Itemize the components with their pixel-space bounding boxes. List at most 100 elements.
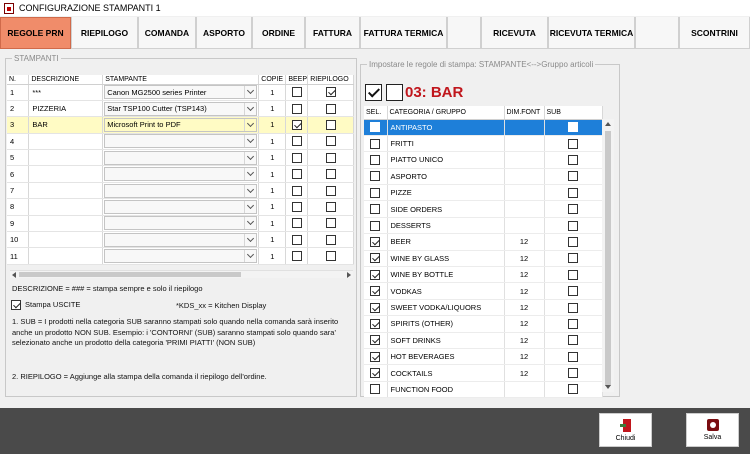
category-row[interactable]: PIZZE [364,184,603,202]
tab-8[interactable]: RICEVUTA [481,17,548,49]
sel-checkbox[interactable] [370,138,381,149]
category-row[interactable]: VODKAS 12 [364,282,603,300]
sel-checkbox[interactable] [370,204,381,215]
chevron-down-icon[interactable] [244,233,256,246]
chevron-down-icon[interactable] [244,200,256,213]
printer-row[interactable]: 11 1 [7,247,354,265]
scroll-left-icon[interactable] [12,272,16,278]
beep-checkbox[interactable] [291,152,302,163]
printer-copie[interactable]: 1 [258,116,287,134]
dim-font[interactable] [504,200,545,218]
sub-checkbox[interactable] [568,269,578,280]
dim-font[interactable]: 12 [504,348,545,366]
sub-checkbox[interactable] [568,122,578,133]
sel-checkbox[interactable] [370,384,381,395]
sel-checkbox[interactable] [370,368,381,379]
sub-checkbox[interactable] [568,253,578,264]
tab-2[interactable]: COMANDA [138,17,196,49]
printer-row[interactable]: 3 BAR Microsoft Print to PDF 1 [7,116,354,134]
category-row[interactable]: DESSERTS [364,217,603,235]
printer-select[interactable]: Microsoft Print to PDF [104,117,258,132]
sub-checkbox[interactable] [568,335,578,346]
printer-descrizione[interactable]: PIZZERIA [28,100,104,118]
beep-checkbox[interactable] [291,201,302,212]
dim-font[interactable] [504,381,545,399]
riepilogo-checkbox[interactable] [325,136,336,147]
tab-0[interactable]: REGOLE PRN [0,17,71,49]
tab-6[interactable]: FATTURA TERMICA [360,17,447,49]
dim-font[interactable]: 12 [504,299,545,317]
dim-font[interactable] [504,217,545,235]
beep-checkbox[interactable] [291,185,302,196]
sub-checkbox[interactable] [568,368,578,379]
chevron-down-icon[interactable] [244,250,256,263]
beep-checkbox[interactable] [291,103,302,114]
stampa-uscite-checkbox[interactable] [11,300,21,311]
riepilogo-checkbox[interactable] [325,234,336,245]
printer-select[interactable] [104,134,258,149]
sub-checkbox[interactable] [568,302,578,313]
printer-descrizione[interactable] [28,247,104,265]
sel-checkbox[interactable] [370,302,381,313]
dim-font[interactable]: 12 [504,233,545,251]
printer-row[interactable]: 91 [7,215,354,233]
tab-1[interactable]: RIEPILOGO [71,17,138,49]
sel-checkbox[interactable] [370,318,381,329]
printer-descrizione[interactable]: *** [28,84,104,101]
printer-row[interactable]: 1 *** Canon MG2500 series Printer 1 [7,84,354,101]
category-row[interactable]: HOT BEVERAGES 12 [364,348,603,366]
sub-checkbox[interactable] [568,171,578,182]
sub-checkbox[interactable] [568,220,578,231]
scroll-up-icon[interactable] [605,122,611,126]
category-row[interactable]: ANTIPASTO [364,119,603,136]
chevron-down-icon[interactable] [244,118,256,131]
chevron-down-icon[interactable] [244,184,256,197]
printer-copie[interactable]: 1 [258,84,287,101]
sub-checkbox[interactable] [568,384,578,395]
printer-copie[interactable]: 1 [258,231,287,249]
riepilogo-checkbox[interactable] [325,201,336,212]
sub-checkbox[interactable] [568,187,578,198]
printer-row[interactable]: 51 [7,149,354,167]
printer-select[interactable] [104,167,258,182]
hscroll-thumb[interactable] [19,272,241,277]
select-none-checkbox[interactable] [386,84,403,101]
chevron-down-icon[interactable] [244,217,256,230]
sub-checkbox[interactable] [568,236,578,247]
close-button[interactable]: Chiudi [599,413,652,447]
sub-checkbox[interactable] [568,154,578,165]
printer-row[interactable]: 41 [7,133,354,151]
beep-checkbox[interactable] [291,87,302,98]
sel-checkbox[interactable] [370,269,381,280]
printer-row[interactable]: 71 [7,182,354,200]
printer-descrizione[interactable] [28,215,104,233]
printer-copie[interactable]: 1 [258,100,287,118]
printer-descrizione[interactable] [28,182,104,200]
printers-hscrollbar[interactable] [10,270,353,278]
category-row[interactable]: WINE BY BOTTLE 12 [364,266,603,284]
sel-checkbox[interactable] [370,236,381,247]
category-row[interactable]: ASPORTO [364,168,603,186]
dim-font[interactable]: 12 [504,364,545,382]
chevron-down-icon[interactable] [244,102,256,115]
printer-row[interactable]: 61 [7,165,354,183]
chevron-down-icon[interactable] [244,151,256,164]
printer-copie[interactable]: 1 [258,149,287,167]
printer-copie[interactable]: 1 [258,247,287,265]
beep-checkbox[interactable] [291,136,302,147]
stampa-uscite-row[interactable]: Stampa USCITE [11,300,80,311]
sel-checkbox[interactable] [370,171,381,182]
beep-checkbox[interactable] [291,169,302,180]
sel-checkbox[interactable] [370,351,381,362]
printer-select[interactable]: Star TSP100 Cutter (TSP143) [104,101,258,116]
dim-font[interactable] [504,119,545,136]
select-all-checkbox[interactable] [365,84,382,101]
sel-checkbox[interactable] [370,335,381,346]
printer-descrizione[interactable] [28,231,104,249]
category-row[interactable]: FRITTI [364,135,603,153]
category-row[interactable]: SWEET VODKA/LIQUORS 12 [364,299,603,317]
chevron-down-icon[interactable] [244,135,256,148]
printer-row[interactable]: 81 [7,198,354,216]
sub-checkbox[interactable] [568,286,578,297]
tab-7[interactable] [447,17,481,49]
